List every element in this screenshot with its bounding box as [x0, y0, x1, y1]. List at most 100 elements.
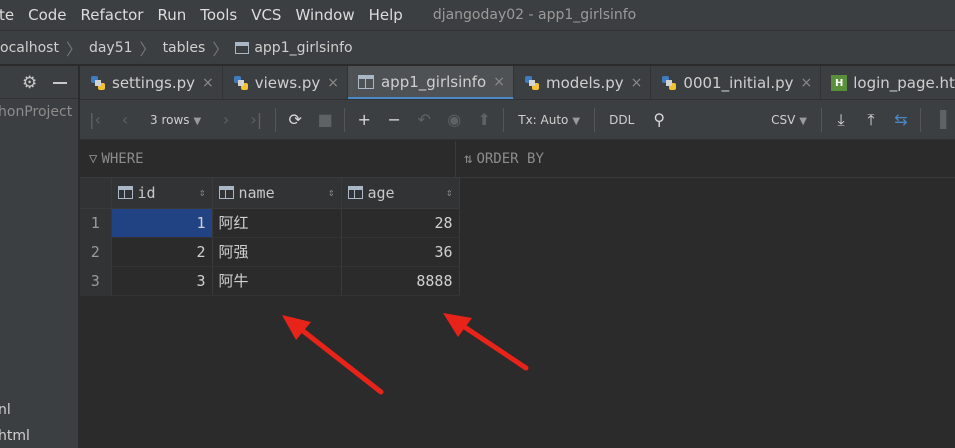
upload-icon[interactable]: ⤒: [856, 110, 886, 130]
close-icon[interactable]: ×: [631, 75, 643, 91]
chevron-down-icon: ▼: [799, 115, 807, 127]
tab-label: 0001_initial.py: [683, 74, 794, 92]
project-tree-file[interactable]: html: [0, 428, 30, 444]
menu-navigate[interactable]: te: [0, 6, 14, 24]
cell-name[interactable]: 阿强: [212, 237, 342, 267]
cell-age[interactable]: 36: [341, 237, 460, 267]
menu-vcs[interactable]: VCS: [251, 6, 281, 24]
page-size-select[interactable]: 3 rows ▼: [140, 113, 211, 127]
table-row[interactable]: 3 3 阿牛 8888: [80, 266, 460, 296]
preview-changes-icon[interactable]: ◉: [439, 110, 469, 129]
breadcrumb-item-schema[interactable]: day51: [89, 40, 133, 56]
menu-help[interactable]: Help: [369, 6, 403, 24]
data-grid: id ⇕ name ⇕ age ⇕ 1 1 阿红 28 2 2 阿强 36 3 3 阿…: [80, 178, 460, 296]
compare-icon[interactable]: ⇆: [886, 110, 916, 129]
delete-row-icon[interactable]: −: [379, 110, 409, 129]
order-by-input[interactable]: ⇅ ORDER BY: [456, 151, 544, 167]
row-number[interactable]: 3: [80, 266, 112, 296]
tab-label: models.py: [545, 74, 624, 92]
export-format-select[interactable]: CSV ▼: [761, 113, 817, 127]
toolbar-divider: [344, 107, 346, 132]
where-label: WHERE: [101, 151, 144, 167]
stop-icon[interactable]: ■: [310, 110, 340, 129]
tab-label: views.py: [254, 74, 321, 92]
menu-bar: te Code Refactor Run Tools VCS Window He…: [0, 0, 955, 30]
python-file-icon: [91, 76, 105, 90]
grid-header-row: id ⇕ name ⇕ age ⇕: [80, 178, 460, 209]
where-filter-input[interactable]: ▽ WHERE: [80, 140, 456, 178]
ddl-button[interactable]: DDL: [599, 113, 644, 127]
next-page-icon[interactable]: ›: [211, 110, 241, 129]
sort-icon[interactable]: ⇕: [446, 186, 453, 199]
row-number[interactable]: 2: [80, 237, 112, 267]
tab-login-page-html[interactable]: H login_page.ht: [821, 66, 955, 99]
column-name: id: [137, 183, 156, 202]
add-row-icon[interactable]: +: [349, 110, 379, 129]
cell-id[interactable]: 3: [111, 266, 213, 296]
tab-app1-girlsinfo[interactable]: app1_girlsinfo ×: [347, 66, 514, 99]
sort-order-icon: ⇅: [464, 151, 473, 167]
page-size-label: 3 rows: [150, 112, 190, 127]
menu-run[interactable]: Run: [157, 6, 186, 24]
project-tree-root[interactable]: honProject: [0, 104, 72, 120]
row-number-header: [80, 178, 112, 209]
menu-refactor[interactable]: Refactor: [81, 6, 144, 24]
close-icon[interactable]: ×: [327, 75, 339, 91]
cell-name[interactable]: 阿红: [212, 208, 342, 238]
transaction-mode-select[interactable]: Tx: Auto ▼: [508, 113, 590, 127]
column-header-id[interactable]: id ⇕: [111, 178, 213, 209]
cell-age[interactable]: 8888: [341, 266, 460, 296]
tab-models-py[interactable]: models.py ×: [514, 66, 652, 99]
gear-icon[interactable]: ⚙: [22, 73, 37, 93]
close-icon[interactable]: ×: [801, 75, 813, 91]
download-icon[interactable]: ⤓: [826, 110, 856, 130]
data-editor-toolbar: |‹ ‹ 3 rows ▼ › ›| ⟳ ■ + − ↶ ◉ ⬆ Tx: Auto…: [80, 100, 955, 140]
revert-icon[interactable]: ↶: [409, 110, 439, 129]
column-icon: [347, 186, 363, 200]
menu-window[interactable]: Window: [295, 6, 354, 24]
close-icon[interactable]: ×: [202, 75, 214, 91]
column-icon: [218, 186, 234, 200]
menu-code[interactable]: Code: [28, 6, 66, 24]
menu-tools[interactable]: Tools: [200, 6, 237, 24]
refresh-icon[interactable]: ⟳: [280, 110, 310, 129]
column-header-name[interactable]: name ⇕: [212, 178, 342, 209]
cell-id[interactable]: 2: [111, 237, 213, 267]
export-format-label: CSV: [771, 112, 796, 127]
cell-name[interactable]: 阿牛: [212, 266, 342, 296]
project-panel-header: ⚙: [0, 66, 78, 99]
project-tree-file[interactable]: nl: [0, 402, 11, 418]
breadcrumb-item-tables[interactable]: tables: [163, 40, 206, 56]
first-page-icon[interactable]: |‹: [80, 110, 110, 129]
column-name: name: [238, 183, 275, 202]
filter-bar: ▽ WHERE ⇅ ORDER BY: [80, 140, 955, 178]
column-header-age[interactable]: age ⇕: [341, 178, 460, 209]
sort-icon[interactable]: ⇕: [328, 186, 335, 199]
breadcrumb-item-localhost[interactable]: ocalhost: [0, 40, 59, 56]
cell-id[interactable]: 1: [111, 208, 213, 238]
tab-0001-initial-py[interactable]: 0001_initial.py ×: [651, 66, 822, 99]
annotation-arrow: [443, 313, 529, 371]
table-row[interactable]: 2 2 阿强 36: [80, 237, 460, 267]
minimize-icon[interactable]: [53, 82, 67, 84]
cell-age[interactable]: 28: [341, 208, 460, 238]
python-file-icon: [524, 76, 539, 90]
filter-icon: ▽: [89, 151, 98, 167]
previous-page-icon[interactable]: ‹: [110, 110, 140, 129]
sort-icon[interactable]: ⇕: [199, 186, 206, 199]
breadcrumb-separator-icon: 〉: [65, 39, 82, 59]
tab-settings-py[interactable]: settings.py ×: [80, 66, 223, 99]
breadcrumb-item-table[interactable]: app1_girlsinfo: [254, 40, 352, 56]
submit-icon[interactable]: ⬆: [469, 110, 499, 129]
tab-views-py[interactable]: views.py ×: [223, 66, 348, 99]
search-icon[interactable]: ⚲: [644, 110, 674, 129]
chevron-down-icon: ▼: [572, 115, 581, 127]
table-row[interactable]: 1 1 阿红 28: [80, 208, 460, 238]
tab-label: app1_girlsinfo: [380, 72, 487, 91]
close-icon[interactable]: ×: [493, 74, 505, 90]
toolbar-divider: [821, 107, 822, 132]
row-number[interactable]: 1: [80, 208, 112, 238]
more-icon[interactable]: ▐: [925, 110, 955, 129]
window-title: djangoday02 - app1_girlsinfo: [432, 7, 637, 23]
last-page-icon[interactable]: ›|: [241, 110, 271, 129]
